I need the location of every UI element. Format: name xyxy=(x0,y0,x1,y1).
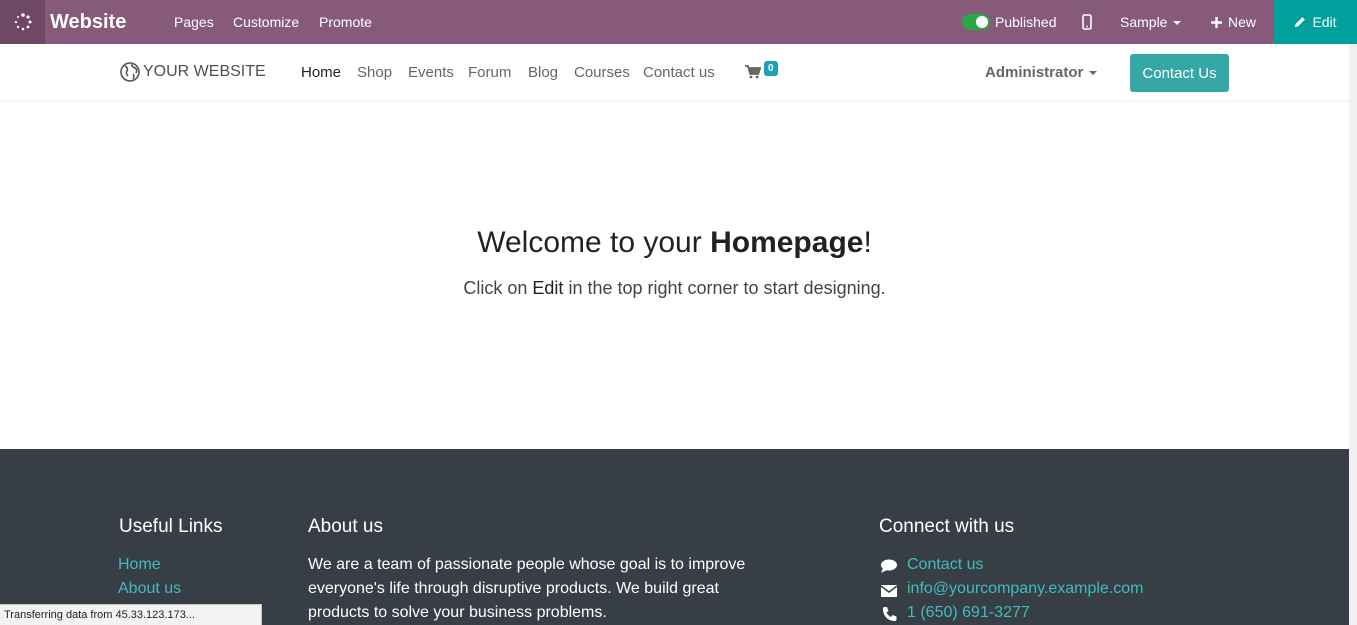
published-label: Published xyxy=(995,14,1057,30)
new-label: New xyxy=(1228,14,1257,30)
envelope-icon xyxy=(880,585,898,597)
about-us-title: About us xyxy=(308,516,383,537)
hero-sub-bold: Edit xyxy=(532,278,564,298)
pencil-icon xyxy=(1295,17,1306,27)
mobile-preview-icon[interactable] xyxy=(1082,14,1092,35)
nav-contact-us[interactable]: Contact us xyxy=(643,44,715,102)
comment-icon xyxy=(881,559,897,573)
hero-title-prefix: Welcome to your xyxy=(477,226,711,259)
edit-button[interactable]: Edit xyxy=(1274,0,1357,44)
useful-links-title: Useful Links xyxy=(119,516,223,537)
sample-dropdown[interactable]: Sample xyxy=(1120,0,1182,44)
about-text-line-3: products to solve your business problems… xyxy=(308,604,607,621)
caret-down-icon xyxy=(1173,21,1182,26)
user-menu[interactable]: Administrator xyxy=(985,44,1098,102)
new-button[interactable]: New xyxy=(1211,0,1256,44)
footer-email-link[interactable]: info@yourcompany.example.com xyxy=(907,580,1144,598)
about-text-line-2: everyone's life through disruptive produ… xyxy=(308,580,719,597)
nav-home[interactable]: Home xyxy=(301,44,341,102)
menu-pages[interactable]: Pages xyxy=(174,0,214,44)
site-footer: Useful Links Home About us About us We a… xyxy=(0,449,1349,625)
phone-icon xyxy=(883,607,897,621)
logo-text: YOUR WEBSITE xyxy=(143,63,266,80)
app-brand[interactable]: Website xyxy=(50,0,126,44)
hero-subtitle: Click on Edit in the top right corner to… xyxy=(0,278,1349,299)
contact-us-button[interactable]: Contact Us xyxy=(1130,54,1229,92)
footer-link-about-us[interactable]: About us xyxy=(118,580,181,598)
footer-contact-us-link[interactable]: Contact us xyxy=(907,556,983,574)
edit-label: Edit xyxy=(1312,14,1337,30)
cart-count-badge: 0 xyxy=(764,61,778,76)
hero-sub-suffix: in the top right corner to start designi… xyxy=(563,278,886,298)
site-logo[interactable]: YOUR WEBSITE xyxy=(120,44,266,100)
menu-customize[interactable]: Customize xyxy=(233,0,299,44)
footer-phone-link[interactable]: 1 (650) 691-3277 xyxy=(907,604,1030,622)
globe-icon xyxy=(120,62,140,82)
published-toggle[interactable] xyxy=(962,14,990,30)
admin-topbar: Website Pages Customize Promote Publishe… xyxy=(0,0,1357,44)
plus-icon xyxy=(1211,17,1222,28)
cart-icon[interactable] xyxy=(745,65,762,84)
hero-title-bold: Homepage xyxy=(710,226,864,259)
nav-blog[interactable]: Blog xyxy=(528,44,558,102)
user-name: Administrator xyxy=(985,64,1084,81)
hero-title-suffix: ! xyxy=(863,226,872,259)
about-text-line-1: We are a team of passionate people whose… xyxy=(308,556,746,573)
apps-menu-button[interactable] xyxy=(0,0,45,44)
hero-title: Welcome to your Homepage! xyxy=(0,226,1349,260)
caret-down-icon xyxy=(1089,71,1098,76)
loading-spinner-icon xyxy=(14,13,31,31)
page-scrollbar[interactable] xyxy=(1349,44,1357,625)
nav-forum[interactable]: Forum xyxy=(468,44,511,102)
menu-promote[interactable]: Promote xyxy=(319,0,372,44)
browser-status-bar: Transferring data from 45.33.123.173... xyxy=(0,604,262,625)
nav-shop[interactable]: Shop xyxy=(357,44,392,102)
hero-sub-prefix: Click on xyxy=(463,278,533,298)
nav-courses[interactable]: Courses xyxy=(574,44,630,102)
sample-label: Sample xyxy=(1120,14,1168,30)
connect-title: Connect with us xyxy=(879,516,1015,537)
nav-events[interactable]: Events xyxy=(408,44,454,102)
footer-link-home[interactable]: Home xyxy=(118,556,161,574)
